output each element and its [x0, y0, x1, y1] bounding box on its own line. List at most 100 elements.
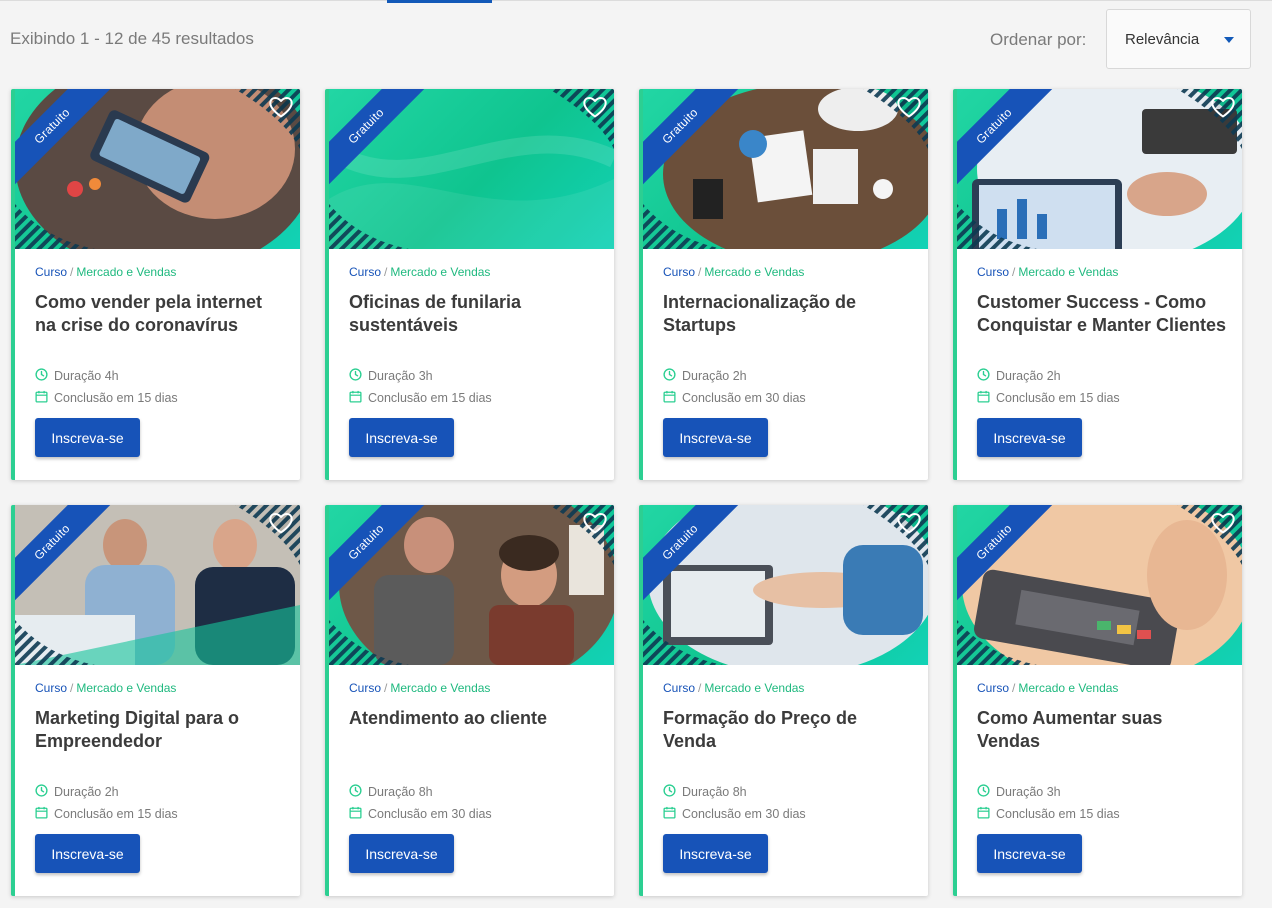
course-duration: Duração 4h [35, 368, 119, 384]
course-card[interactable]: Gratuito Curso / Mercado e Vendas Customer S… [953, 89, 1242, 480]
conclusion-text: Conclusão em 30 dias [682, 807, 806, 821]
course-card[interactable]: Gratuito Curso / Mercado e Vendas Formação d… [639, 505, 928, 896]
calendar-icon [977, 806, 996, 822]
duration-text: Duração 2h [682, 369, 747, 383]
course-image[interactable]: Gratuito [329, 505, 614, 665]
conclusion-text: Conclusão em 30 dias [368, 807, 492, 821]
course-card[interactable]: Gratuito Curso / Mercado e Vendas Internacio… [639, 89, 928, 480]
course-duration: Duração 2h [35, 784, 119, 800]
heart-icon[interactable] [1210, 511, 1236, 535]
results-count: Exibindo 1 - 12 de 45 resultados [10, 29, 254, 48]
course-conclusion: Conclusão em 15 dias [349, 390, 492, 406]
course-card[interactable]: Gratuito Curso / Mercado e Vendas Como vende… [11, 89, 300, 480]
heart-icon[interactable] [268, 95, 294, 119]
breadcrumb-category[interactable]: Mercado e Vendas [390, 265, 490, 279]
conclusion-text: Conclusão em 15 dias [996, 807, 1120, 821]
course-image[interactable]: Gratuito [643, 89, 928, 249]
sort-dropdown[interactable]: Relevância [1106, 9, 1251, 69]
breadcrumb-type[interactable]: Curso [349, 265, 381, 279]
sort-dropdown-value: Relevância [1125, 31, 1200, 48]
duration-text: Duração 2h [54, 785, 119, 799]
conclusion-text: Conclusão em 15 dias [54, 807, 178, 821]
course-card[interactable]: Gratuito Curso / Mercado e Vendas Oficinas d… [325, 89, 614, 480]
duration-text: Duração 2h [996, 369, 1061, 383]
calendar-icon [977, 390, 996, 406]
course-card[interactable]: Gratuito Curso / Mercado e Vendas Atendiment… [325, 505, 614, 896]
breadcrumb-type[interactable]: Curso [349, 681, 381, 695]
calendar-icon [35, 806, 54, 822]
breadcrumb-category[interactable]: Mercado e Vendas [1018, 265, 1118, 279]
course-card[interactable]: Gratuito Curso / Mercado e Vendas Como Aumen… [953, 505, 1242, 896]
course-duration: Duração 8h [663, 784, 747, 800]
course-image[interactable]: Gratuito [957, 89, 1242, 249]
clock-icon [663, 784, 682, 800]
course-image[interactable]: Gratuito [643, 505, 928, 665]
conclusion-text: Conclusão em 15 dias [368, 391, 492, 405]
enroll-button[interactable]: Inscreva-se [35, 418, 140, 457]
course-image[interactable]: Gratuito [15, 505, 300, 665]
duration-text: Duração 3h [368, 369, 433, 383]
breadcrumb: Curso / Mercado e Vendas [663, 265, 804, 279]
course-conclusion: Conclusão em 30 dias [349, 806, 492, 822]
clock-icon [349, 368, 368, 384]
breadcrumb-type[interactable]: Curso [35, 265, 67, 279]
course-conclusion: Conclusão em 15 dias [977, 390, 1120, 406]
course-title[interactable]: Como vender pela internet na crise do co… [35, 291, 285, 337]
enroll-button[interactable]: Inscreva-se [663, 418, 768, 457]
calendar-icon [663, 390, 682, 406]
breadcrumb-category[interactable]: Mercado e Vendas [390, 681, 490, 695]
breadcrumb-category[interactable]: Mercado e Vendas [704, 265, 804, 279]
course-image[interactable]: Gratuito [15, 89, 300, 249]
course-card[interactable]: Gratuito Curso / Mercado e Vendas Marketing … [11, 505, 300, 896]
course-title[interactable]: Customer Success - Como Conquistar e Man… [977, 291, 1227, 337]
breadcrumb: Curso / Mercado e Vendas [977, 265, 1118, 279]
heart-icon[interactable] [1210, 95, 1236, 119]
course-conclusion: Conclusão em 30 dias [663, 806, 806, 822]
breadcrumb-separator: / [384, 681, 388, 695]
course-title[interactable]: Marketing Digital para o Empreendedor [35, 707, 285, 753]
breadcrumb-category[interactable]: Mercado e Vendas [704, 681, 804, 695]
heart-icon[interactable] [896, 95, 922, 119]
breadcrumb-type[interactable]: Curso [977, 681, 1009, 695]
course-conclusion: Conclusão em 15 dias [35, 390, 178, 406]
course-title[interactable]: Como Aumentar suas Vendas [977, 707, 1227, 753]
breadcrumb-type[interactable]: Curso [663, 265, 695, 279]
active-tab-indicator [387, 0, 492, 3]
course-duration: Duração 3h [977, 784, 1061, 800]
course-title[interactable]: Formação do Preço de Venda [663, 707, 913, 753]
breadcrumb-separator: / [384, 265, 388, 279]
duration-text: Duração 8h [682, 785, 747, 799]
conclusion-text: Conclusão em 30 dias [682, 391, 806, 405]
clock-icon [977, 784, 996, 800]
calendar-icon [349, 806, 368, 822]
breadcrumb-category[interactable]: Mercado e Vendas [76, 681, 176, 695]
course-duration: Duração 3h [349, 368, 433, 384]
enroll-button[interactable]: Inscreva-se [977, 418, 1082, 457]
course-image[interactable]: Gratuito [957, 505, 1242, 665]
course-title[interactable]: Internacionalização de Startups [663, 291, 913, 337]
heart-icon[interactable] [268, 511, 294, 535]
heart-icon[interactable] [582, 95, 608, 119]
breadcrumb-type[interactable]: Curso [977, 265, 1009, 279]
breadcrumb: Curso / Mercado e Vendas [349, 265, 490, 279]
breadcrumb-type[interactable]: Curso [663, 681, 695, 695]
heart-icon[interactable] [582, 511, 608, 535]
enroll-button[interactable]: Inscreva-se [349, 834, 454, 873]
course-title[interactable]: Atendimento ao cliente [349, 707, 599, 730]
breadcrumb-type[interactable]: Curso [35, 681, 67, 695]
enroll-button[interactable]: Inscreva-se [977, 834, 1082, 873]
breadcrumb-category[interactable]: Mercado e Vendas [76, 265, 176, 279]
course-image[interactable]: Gratuito [329, 89, 614, 249]
breadcrumb-separator: / [698, 265, 702, 279]
course-title[interactable]: Oficinas de funilaria sustentáveis [349, 291, 599, 337]
heart-icon[interactable] [896, 511, 922, 535]
breadcrumb-separator: / [1012, 265, 1016, 279]
top-divider [0, 0, 1272, 4]
duration-text: Duração 4h [54, 369, 119, 383]
duration-text: Duração 3h [996, 785, 1061, 799]
enroll-button[interactable]: Inscreva-se [663, 834, 768, 873]
breadcrumb-category[interactable]: Mercado e Vendas [1018, 681, 1118, 695]
enroll-button[interactable]: Inscreva-se [35, 834, 140, 873]
sort-label: Ordenar por: [990, 30, 1087, 49]
enroll-button[interactable]: Inscreva-se [349, 418, 454, 457]
